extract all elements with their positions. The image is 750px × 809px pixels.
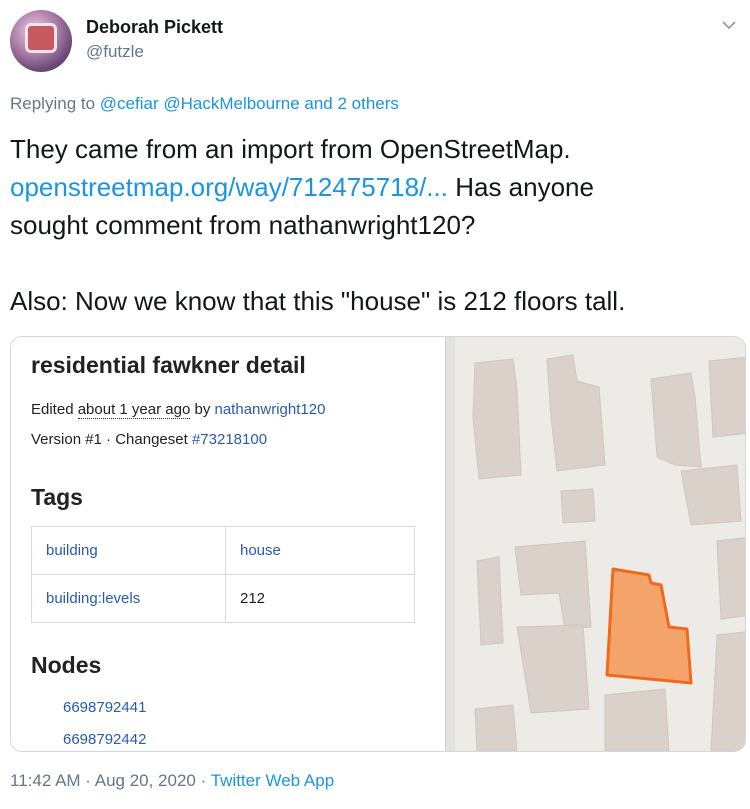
version-line: Version #1 · Changeset #73218100 (31, 431, 267, 448)
replying-to-users[interactable]: @cefiar @HackMelbourne and 2 others (100, 94, 399, 113)
tweet-text-line: sought comment from nathanwright120? (10, 210, 476, 240)
changeset-link[interactable]: #73218100 (192, 431, 267, 448)
table-row: building house (31, 526, 415, 575)
highlighted-building (605, 567, 693, 685)
media-card[interactable]: residential fawkner detail Edited about … (10, 336, 746, 752)
tags-table: building house building:levels 212 (31, 526, 415, 623)
version-text: Version #1 · Changeset (31, 431, 188, 448)
tweet-text-line: openstreetmap.org/way/712475718/... Has … (10, 168, 740, 206)
node-link[interactable]: 6698792441 (63, 699, 146, 716)
building (474, 704, 518, 751)
osm-sidebar: residential fawkner detail Edited about … (11, 337, 445, 751)
tag-value[interactable]: house (225, 526, 415, 575)
building (476, 556, 504, 646)
tweet-text-line: Also: Now we know that this "house" is 2… (10, 286, 626, 316)
building (604, 688, 670, 751)
building (516, 624, 590, 714)
avatar[interactable] (10, 10, 72, 72)
display-name[interactable]: Deborah Pickett (86, 17, 223, 38)
tweet-footer: 11:42 AM · Aug 20, 2020 · Twitter Web Ap… (10, 771, 334, 791)
building (560, 488, 596, 524)
building (514, 540, 592, 630)
editor-link[interactable]: nathanwright120 (215, 401, 326, 418)
edited-by-prefix: by (194, 401, 211, 418)
avatar-image (28, 26, 54, 50)
tag-key[interactable]: building (31, 526, 226, 575)
tweet-text-line: They came from an import from OpenStreet… (10, 134, 571, 164)
building (680, 464, 742, 526)
building (472, 358, 522, 480)
building (716, 537, 745, 620)
chevron-down-icon[interactable] (718, 14, 740, 36)
nodes-heading: Nodes (31, 652, 102, 678)
map-canvas (472, 354, 745, 751)
feature-title: residential fawkner detail (31, 352, 306, 378)
tweet-text: They came from an import from OpenStreet… (10, 130, 740, 320)
handle[interactable]: @futzle (86, 42, 144, 62)
timestamp[interactable]: 11:42 AM · Aug 20, 2020 · (10, 771, 206, 790)
tweet-text-fragment: Has anyone (455, 172, 594, 202)
node-link[interactable]: 6698792442 (63, 731, 146, 748)
tags-heading: Tags (31, 484, 83, 510)
edited-time: about 1 year ago (77, 401, 191, 419)
edited-prefix: Edited (31, 401, 74, 418)
replying-prefix: Replying to (10, 94, 96, 113)
replying-to: Replying to @cefiar @HackMelbourne and 2… (10, 94, 399, 114)
edited-line: Edited about 1 year ago by nathanwright1… (31, 401, 326, 419)
table-row: building:levels 212 (31, 574, 415, 623)
building (650, 372, 702, 468)
map-view[interactable] (455, 337, 745, 751)
tweet-link[interactable]: openstreetmap.org/way/712475718/... (10, 172, 448, 202)
building (710, 631, 745, 751)
building (546, 354, 606, 472)
tag-key[interactable]: building:levels (31, 574, 226, 623)
building (708, 356, 745, 438)
tag-value: 212 (225, 574, 415, 623)
source-app-link[interactable]: Twitter Web App (211, 771, 334, 790)
